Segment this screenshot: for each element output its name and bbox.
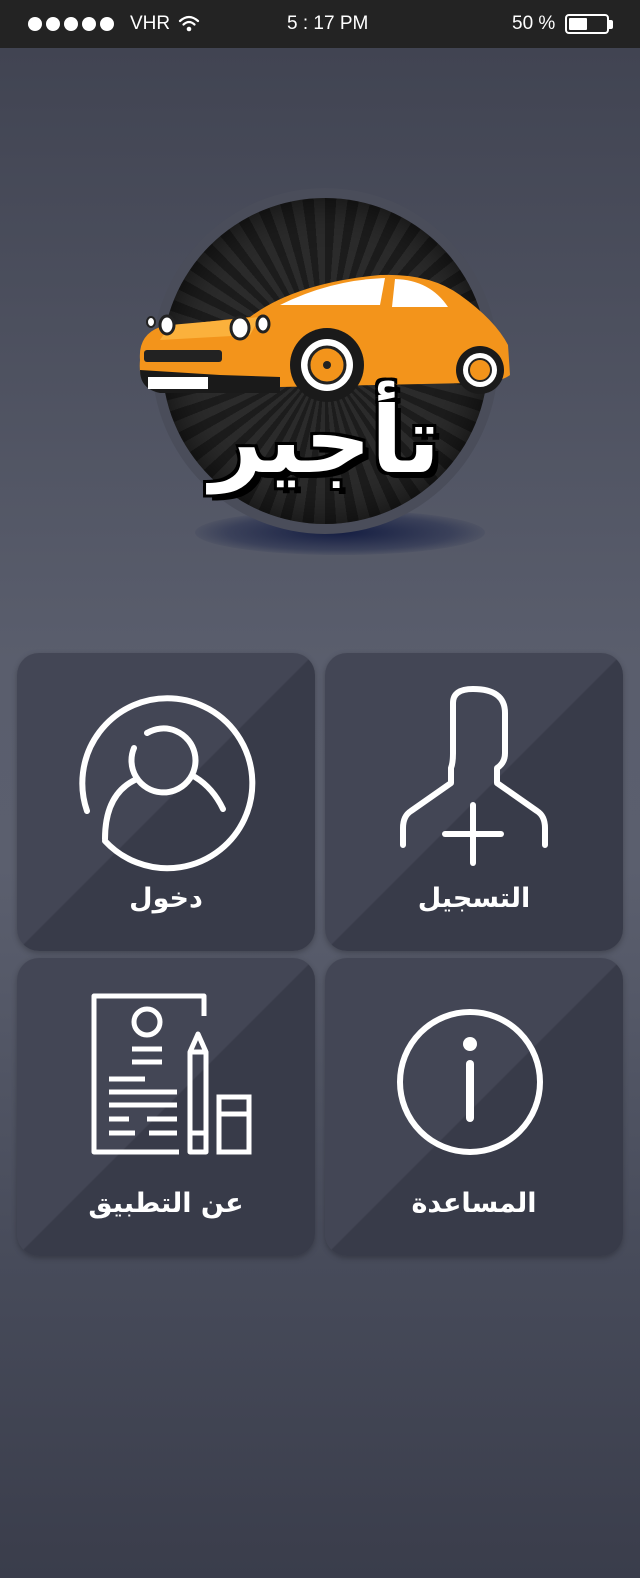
wifi-icon	[178, 14, 200, 36]
signal-strength-icon	[28, 17, 114, 31]
about-label: عن التطبيق	[88, 1188, 244, 1219]
login-label: دخول	[129, 883, 203, 914]
register-label: التسجيل	[417, 883, 531, 914]
clock: 5 : 17 PM	[287, 13, 369, 34]
carrier-name: VHR	[130, 13, 171, 34]
status-bar: VHR 5 : 17 PM 50 %	[0, 0, 640, 48]
login-button[interactable]: دخول	[17, 653, 315, 951]
battery-percent: 50 %	[512, 13, 556, 34]
battery-icon	[565, 14, 609, 34]
help-button[interactable]: المساعدة	[325, 958, 623, 1256]
app-logo: تأجير	[130, 180, 520, 570]
about-button[interactable]: عن التطبيق	[17, 958, 315, 1256]
battery-cap	[609, 20, 613, 29]
help-label: المساعدة	[411, 1188, 537, 1219]
register-button[interactable]: التسجيل	[325, 653, 623, 951]
logo-text: تأجير	[209, 387, 441, 494]
